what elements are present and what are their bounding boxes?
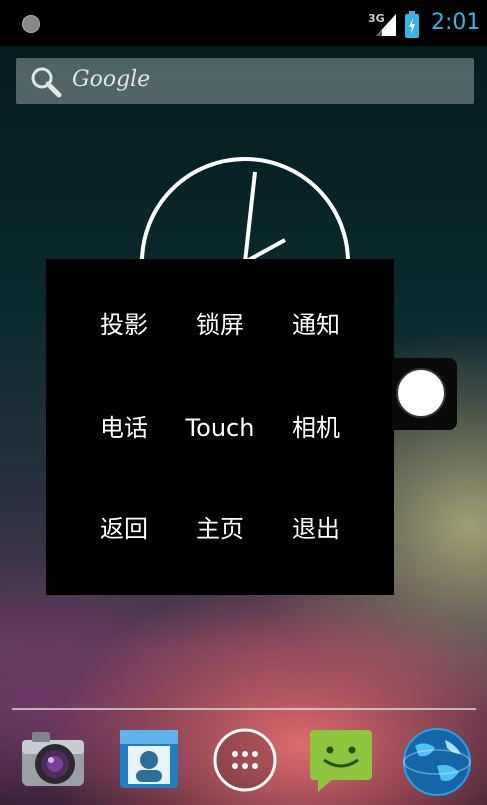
menu-item-notifications[interactable]: 通知 xyxy=(258,305,374,345)
contacts-app-icon[interactable] xyxy=(116,726,182,792)
messaging-app-icon[interactable] xyxy=(306,726,376,794)
search-placeholder: Google xyxy=(72,67,151,92)
app-drawer-icon[interactable] xyxy=(211,726,279,794)
status-bar: 3G 2:01 xyxy=(0,0,487,46)
browser-globe-icon[interactable] xyxy=(401,726,473,798)
camera-app-icon[interactable] xyxy=(18,726,88,790)
menu-item-exit[interactable]: 退出 xyxy=(258,509,374,549)
floating-menu-panel: 投影 锁屏 通知 电话 Touch 相机 返回 主页 退出 xyxy=(46,259,394,595)
notification-dot-icon xyxy=(22,15,40,33)
battery-charging-icon xyxy=(405,11,419,38)
dock-divider xyxy=(12,708,476,710)
menu-item-camera[interactable]: 相机 xyxy=(258,408,374,448)
google-search-bar[interactable]: Google xyxy=(16,58,474,104)
assistive-touch-button[interactable] xyxy=(396,368,446,418)
signal-strength-icon xyxy=(376,14,396,36)
status-time: 2:01 xyxy=(431,10,481,35)
search-icon xyxy=(31,67,62,98)
